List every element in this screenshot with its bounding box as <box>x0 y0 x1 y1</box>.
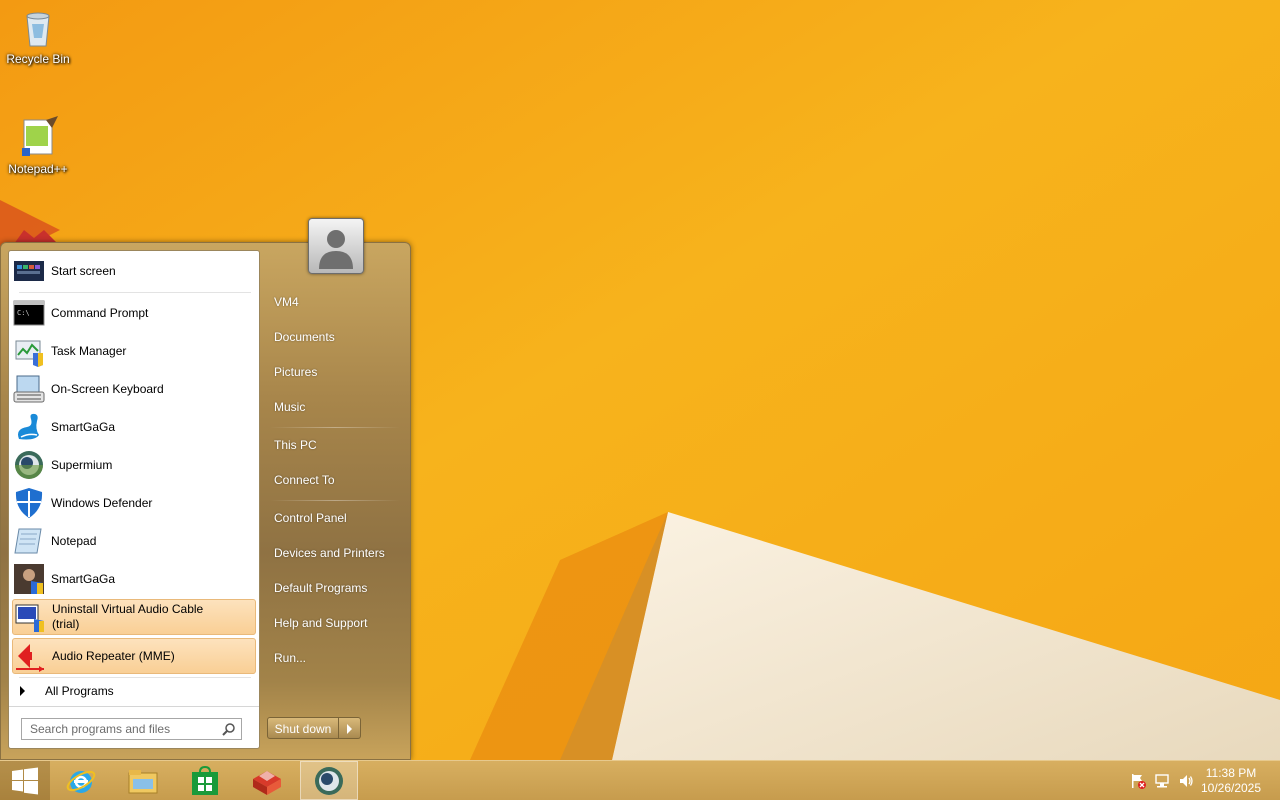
file-explorer-icon <box>128 769 158 793</box>
search-input[interactable]: Search programs and files <box>21 718 242 740</box>
user-silhouette-icon <box>319 230 353 269</box>
desktop-icon-recycle-bin[interactable]: Recycle Bin <box>0 6 76 66</box>
search-icon <box>222 723 235 736</box>
start-link-music[interactable]: Music <box>266 392 402 422</box>
start-link-user[interactable]: VM4 <box>266 287 402 317</box>
program-label: SmartGaGa <box>51 420 116 434</box>
notepadpp-icon <box>16 116 60 160</box>
taskbar-store[interactable] <box>176 761 234 800</box>
clock-date: 10/26/2025 <box>1200 781 1262 795</box>
supermium-icon <box>315 766 343 795</box>
desktop-icon-label: Recycle Bin <box>6 52 70 66</box>
chevron-right-icon <box>347 724 352 734</box>
desktop-icon-notepadpp[interactable]: Notepad++ <box>0 116 76 176</box>
all-programs-label: All Programs <box>45 684 114 698</box>
task-manager-icon <box>13 335 45 367</box>
svg-text:C:\: C:\ <box>17 309 30 317</box>
program-label-line2: (trial) <box>52 617 80 631</box>
program-windows-defender[interactable]: Windows Defender <box>12 485 256 521</box>
shutdown-options-button[interactable] <box>339 717 361 739</box>
program-label: SmartGaGa <box>51 572 116 586</box>
start-link-this-pc[interactable]: This PC <box>266 430 402 460</box>
command-prompt-icon: C:\ <box>13 297 45 329</box>
start-link-pictures[interactable]: Pictures <box>266 357 402 387</box>
program-on-screen-keyboard[interactable]: On-Screen Keyboard <box>12 371 256 407</box>
program-separator <box>19 292 251 293</box>
taskbar-packaging-app[interactable] <box>238 761 296 800</box>
supermium-icon <box>13 449 45 481</box>
start-link-documents[interactable]: Documents <box>266 322 402 352</box>
start-link-connect-to[interactable]: Connect To <box>266 465 402 495</box>
program-label-line1: Uninstall Virtual Audio Cable <box>52 602 204 616</box>
taskbar-clock[interactable]: 11:38 PM 10/26/2025 <box>1196 766 1266 796</box>
program-label: On-Screen Keyboard <box>51 382 164 396</box>
search-placeholder: Search programs and files <box>30 722 171 736</box>
program-supermium[interactable]: Supermium <box>12 447 256 483</box>
right-separator <box>270 427 400 428</box>
start-link-devices-printers[interactable]: Devices and Printers <box>266 538 402 568</box>
program-label: Uninstall Virtual Audio Cable (trial) <box>52 602 203 632</box>
store-icon <box>192 765 218 795</box>
recycle-bin-icon <box>16 6 60 50</box>
start-link-help-support[interactable]: Help and Support <box>266 608 402 638</box>
start-button[interactable] <box>0 761 50 800</box>
program-label: Windows Defender <box>51 496 153 510</box>
program-start-screen[interactable]: Start screen <box>12 253 256 289</box>
packaging-app-icon <box>253 770 281 795</box>
keyboard-icon <box>13 373 45 405</box>
clock-time: 11:38 PM <box>1205 766 1257 780</box>
program-label: Notepad <box>51 534 97 548</box>
start-link-default-programs[interactable]: Default Programs <box>266 573 402 603</box>
start-screen-icon <box>13 255 45 287</box>
program-smartgaga[interactable]: SmartGaGa <box>12 409 256 445</box>
network-icon[interactable] <box>1154 773 1170 789</box>
program-uninstall-virtual-audio-cable[interactable]: Uninstall Virtual Audio Cable (trial) <box>12 599 256 635</box>
action-center-flag-icon[interactable] <box>1130 773 1146 789</box>
program-smartgaga-2[interactable]: SmartGaGa <box>12 561 256 597</box>
program-label: Start screen <box>51 264 116 278</box>
shutdown-button[interactable]: Shut down <box>267 717 339 739</box>
program-label: Audio Repeater (MME) <box>52 649 175 663</box>
program-separator <box>9 706 259 707</box>
desktop-icon-label: Notepad++ <box>8 162 68 176</box>
smartgaga-icon <box>13 563 45 595</box>
taskbar-file-explorer[interactable] <box>114 761 172 800</box>
program-label: Supermium <box>51 458 113 472</box>
taskbar: 11:38 PM 10/26/2025 <box>0 760 1280 800</box>
start-link-control-panel[interactable]: Control Panel <box>266 503 402 533</box>
program-task-manager[interactable]: Task Manager <box>12 333 256 369</box>
taskbar-internet-explorer[interactable] <box>52 761 110 800</box>
program-audio-repeater[interactable]: Audio Repeater (MME) <box>12 638 256 674</box>
start-link-run[interactable]: Run... <box>266 643 402 673</box>
smartgaga-swan-icon <box>13 411 45 443</box>
program-notepad[interactable]: Notepad <box>12 523 256 559</box>
taskbar-supermium[interactable] <box>300 761 358 800</box>
user-account-picture[interactable] <box>308 218 364 274</box>
program-command-prompt[interactable]: C:\ Command Prompt <box>12 295 256 331</box>
uninstall-icon <box>14 601 46 633</box>
program-separator <box>19 677 251 678</box>
internet-explorer-icon <box>66 770 96 793</box>
program-label: Task Manager <box>51 344 127 358</box>
audio-repeater-icon <box>14 640 46 672</box>
all-programs-button[interactable]: All Programs <box>12 679 256 703</box>
right-separator <box>270 500 400 501</box>
all-programs-arrow-icon <box>20 686 25 696</box>
volume-icon[interactable] <box>1178 773 1194 789</box>
program-label: Command Prompt <box>51 306 149 320</box>
defender-shield-icon <box>13 487 45 519</box>
windows-logo-icon <box>12 767 38 794</box>
programs-pane: Start screen C:\ Command Prompt Task Man… <box>8 250 260 749</box>
notepad-icon <box>13 525 45 557</box>
shutdown-control: Shut down <box>267 717 361 739</box>
